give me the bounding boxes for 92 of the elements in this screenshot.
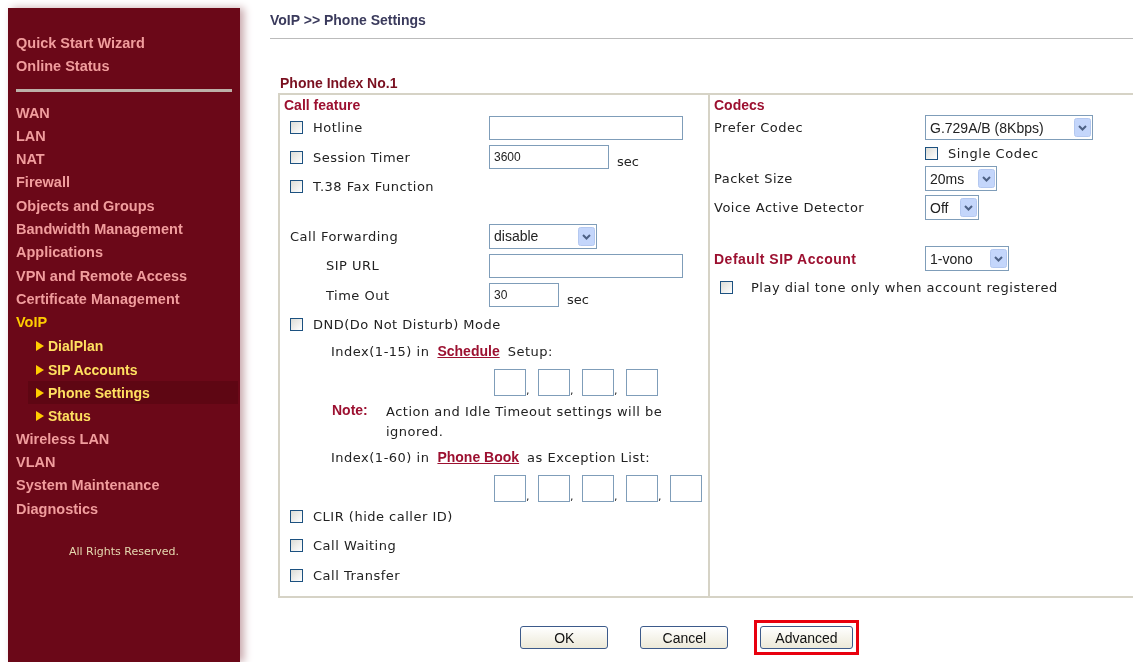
unit-label: sec (567, 291, 589, 307)
triangle-icon (36, 364, 44, 375)
separator: , (614, 490, 619, 502)
menu-item[interactable]: LAN (8, 124, 54, 149)
checkbox[interactable] (925, 146, 938, 160)
link[interactable]: Phone Book (437, 449, 520, 465)
input-field[interactable] (538, 368, 570, 396)
option-label: Single Codec (948, 145, 1039, 161)
option-label: Play dial tone only when account registered (751, 280, 1058, 295)
menu-item[interactable]: Firewall (8, 171, 78, 195)
menu-item[interactable]: Quick Start Wizard (8, 32, 153, 56)
separator: , (570, 490, 575, 502)
input-field[interactable] (489, 115, 683, 140)
separator: , (526, 384, 531, 396)
separator: , (658, 490, 663, 502)
checkbox[interactable] (290, 509, 303, 523)
option-label: T.38 Fax Function (313, 179, 435, 195)
note-text: Action and Idle Timeout settings will be ignored. (386, 402, 664, 441)
menu-item[interactable]: Objects and Groups (8, 194, 163, 219)
field-label: Time Out (326, 287, 390, 303)
menu-item[interactable]: Diagnostics (8, 497, 107, 521)
checkbox[interactable] (720, 281, 733, 294)
field-label: Packet Size (714, 171, 794, 186)
link[interactable]: Schedule (437, 343, 500, 359)
page-title: VoIP >> Phone Settings (270, 12, 426, 28)
submenu-item[interactable]: Phone Settings (28, 381, 238, 405)
option-label: Hotline (313, 120, 363, 136)
dropdown[interactable]: G.729A/B (8Kbps) (925, 115, 1093, 140)
input-field[interactable]: 30 (489, 283, 559, 308)
checkbox[interactable] (290, 318, 303, 332)
unit-label: sec (617, 153, 639, 169)
copyright-text: All Rights Reserved. (69, 544, 179, 558)
menu-item[interactable]: System Maintenance (8, 474, 168, 498)
menu-item[interactable]: Certificate Management (8, 287, 188, 312)
dropdown[interactable]: Off (925, 195, 979, 220)
input-field[interactable] (582, 474, 614, 502)
form-button[interactable]: Advanced (760, 626, 853, 649)
menu-item[interactable]: WAN (8, 101, 58, 125)
field-label: Default SIP Account (714, 250, 857, 267)
input-field[interactable] (489, 253, 683, 278)
option-label: Session Timer (313, 149, 411, 165)
submenu-item[interactable]: DialPlan (28, 334, 238, 358)
form-button[interactable]: OK (520, 626, 609, 649)
triangle-icon (36, 341, 44, 352)
input-field[interactable] (626, 368, 658, 396)
separator: , (526, 490, 531, 502)
checkbox[interactable] (290, 121, 303, 135)
triangle-icon (36, 411, 44, 422)
panel-heading: Call feature (284, 97, 361, 113)
field-label: Prefer Codec (714, 120, 805, 135)
section-title: Phone Index No.1 (280, 75, 398, 91)
field-label: Call Forwarding (290, 228, 399, 244)
checkbox[interactable] (290, 180, 303, 194)
separator: , (614, 384, 619, 396)
field-label: Setup: (507, 343, 553, 359)
panel-heading: Codecs (714, 97, 765, 113)
option-label: CLIR (hide caller ID) (313, 508, 453, 524)
dropdown[interactable]: 20ms (925, 166, 997, 191)
input-field[interactable] (670, 474, 702, 502)
menu-item[interactable]: NAT (8, 148, 53, 172)
menu-item[interactable]: Bandwidth Management (8, 218, 191, 242)
dropdown[interactable]: disable (489, 223, 597, 249)
submenu-item[interactable]: SIP Accounts (28, 357, 238, 382)
option-label: Call Transfer (313, 567, 401, 583)
option-label: DND(Do Not Disturb) Mode (313, 317, 501, 333)
input-field[interactable]: 3600 (489, 145, 609, 170)
separator: , (570, 384, 575, 396)
triangle-icon (36, 387, 44, 398)
input-field[interactable] (538, 474, 570, 502)
form-button[interactable]: Cancel (640, 626, 729, 649)
input-field[interactable] (494, 368, 526, 396)
menu-item[interactable]: Applications (8, 241, 111, 265)
menu-item[interactable]: VLAN (8, 451, 64, 475)
checkbox[interactable] (290, 568, 303, 582)
checkbox[interactable] (290, 539, 303, 553)
field-label: Index(1-15) in (331, 343, 430, 359)
menu-item[interactable]: Online Status (8, 55, 118, 79)
field-label: SIP URL (326, 258, 380, 274)
option-label: Call Waiting (313, 538, 397, 554)
input-field[interactable] (582, 368, 614, 396)
checkbox[interactable] (290, 150, 303, 164)
field-label: as Exception List: (527, 449, 651, 465)
menu-item[interactable]: Wireless LAN (8, 427, 118, 452)
note-label: Note: (332, 401, 369, 420)
input-field[interactable] (626, 474, 658, 502)
input-field[interactable] (494, 474, 526, 502)
menu-item[interactable]: VoIP (8, 311, 56, 335)
submenu-item[interactable]: Status (28, 404, 238, 428)
dropdown[interactable]: 1-vono (925, 246, 1009, 271)
field-label: Index(1-60) in (331, 449, 430, 465)
field-label: Voice Active Detector (714, 200, 866, 215)
menu-item[interactable]: VPN and Remote Access (8, 264, 196, 288)
